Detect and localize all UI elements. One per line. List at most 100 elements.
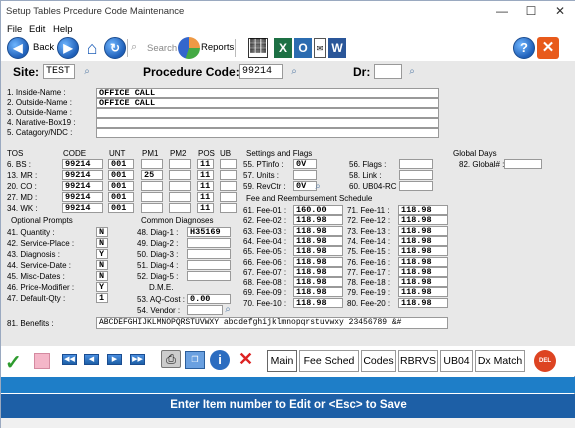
fee-input[interactable]: 118.98 xyxy=(398,297,448,308)
tos-pos-input[interactable]: 11 xyxy=(197,192,214,202)
tab-rbrvs[interactable]: RBRVS xyxy=(398,350,438,372)
tos-pos-input[interactable]: 11 xyxy=(197,203,214,213)
tab-codes[interactable]: Codes xyxy=(361,350,396,372)
tab-dx-match[interactable]: Dx Match xyxy=(475,350,525,372)
fee-input[interactable]: 118.98 xyxy=(398,256,448,267)
diagnosis-input[interactable]: H35169 xyxy=(187,227,231,237)
settings-units-input[interactable] xyxy=(293,170,317,180)
prompt-input[interactable]: N xyxy=(96,238,108,248)
site-search-icon[interactable]: ⌕ xyxy=(81,66,93,78)
tos-pm1-input[interactable]: 25 xyxy=(141,170,163,180)
fee-input[interactable]: 118.98 xyxy=(398,266,448,277)
tos-units-input[interactable]: 001 xyxy=(108,181,134,191)
fee-input[interactable]: 118.98 xyxy=(398,225,448,236)
previous-record-icon[interactable]: ◀ xyxy=(84,354,99,365)
diagnosis-input[interactable] xyxy=(187,238,231,248)
calculator-icon[interactable]: ▦▦▦ ▦▦▦ ▦▦▦ xyxy=(248,38,268,58)
fee-input[interactable]: 118.98 xyxy=(293,287,343,298)
tab-ub04[interactable]: UB04 xyxy=(440,350,473,372)
settings-link-input[interactable] xyxy=(399,170,433,180)
fee-input[interactable]: 118.98 xyxy=(398,287,448,298)
fee-input[interactable]: 118.98 xyxy=(398,215,448,226)
diagnosis-input[interactable] xyxy=(187,249,231,259)
minimize-button[interactable]: — xyxy=(487,1,517,21)
tos-units-input[interactable]: 001 xyxy=(108,192,134,202)
tab-main[interactable]: Main xyxy=(267,350,297,372)
forward-arrow-icon[interactable]: ▶ xyxy=(57,37,79,59)
fee-input[interactable]: 118.98 xyxy=(293,266,343,277)
tos-pm2-input[interactable] xyxy=(169,192,191,202)
tos-pos-input[interactable]: 11 xyxy=(197,181,214,191)
fee-input[interactable]: 160.00 xyxy=(293,205,343,215)
delete-icon[interactable]: ✕ xyxy=(238,349,253,370)
tos-code-input[interactable]: 99214 xyxy=(62,159,103,169)
fee-input[interactable]: 118.98 xyxy=(293,297,343,308)
prompt-input[interactable]: N xyxy=(96,227,108,237)
fee-input[interactable]: 118.98 xyxy=(293,235,343,246)
tos-ub-input[interactable] xyxy=(220,203,237,213)
settings-flags-input[interactable] xyxy=(399,159,433,169)
tos-ub-input[interactable] xyxy=(220,181,237,191)
excel-icon[interactable]: X xyxy=(274,38,292,58)
back-arrow-icon[interactable]: ◀ xyxy=(7,37,29,59)
search-button[interactable]: Search xyxy=(147,43,177,54)
search-icon[interactable]: ⌕ xyxy=(131,41,137,54)
menu-help[interactable]: Help xyxy=(53,24,73,35)
prompt-input[interactable]: N xyxy=(96,271,108,281)
fee-input[interactable]: 118.98 xyxy=(293,246,343,257)
diagnosis-input[interactable] xyxy=(187,271,231,281)
help-icon[interactable]: ? xyxy=(513,37,535,59)
reports-button[interactable]: Reports xyxy=(201,42,234,53)
tos-ub-input[interactable] xyxy=(220,159,237,169)
vendor-search-icon[interactable]: ⌕ xyxy=(222,304,234,316)
fee-input[interactable]: 118.98 xyxy=(293,256,343,267)
aq-cost-input[interactable]: 0.00 xyxy=(187,294,231,304)
fee-input[interactable]: 118.98 xyxy=(398,205,448,215)
tos-units-input[interactable]: 001 xyxy=(108,159,134,169)
print-icon[interactable]: ⎙ xyxy=(161,350,181,368)
checkmark-icon[interactable]: ✓ xyxy=(5,350,22,375)
name-field-input[interactable] xyxy=(96,128,439,138)
vendor-input[interactable] xyxy=(187,305,223,315)
tos-units-input[interactable]: 001 xyxy=(108,203,134,213)
name-field-input[interactable] xyxy=(96,118,439,128)
diagnosis-input[interactable] xyxy=(187,260,231,270)
info-icon[interactable]: i xyxy=(210,350,230,370)
tos-units-input[interactable]: 001 xyxy=(108,170,134,180)
tos-code-input[interactable]: 99214 xyxy=(62,170,103,180)
doctor-search-icon[interactable]: ⌕ xyxy=(406,66,418,78)
fee-input[interactable]: 118.98 xyxy=(293,215,343,226)
exit-icon[interactable]: ✕ xyxy=(537,37,559,59)
outlook-icon[interactable]: O xyxy=(294,38,312,58)
global-days-input[interactable] xyxy=(504,159,542,169)
delete-record-icon[interactable]: DEL xyxy=(534,350,556,372)
reports-pie-icon[interactable] xyxy=(178,37,200,59)
tos-pm1-input[interactable] xyxy=(141,203,163,213)
procedure-code-input[interactable]: 99214 xyxy=(239,64,283,79)
settings-ptinfo-input[interactable]: 0V xyxy=(293,159,317,169)
prompt-input[interactable]: N xyxy=(96,260,108,270)
menu-edit[interactable]: Edit xyxy=(29,24,45,35)
tos-pm2-input[interactable] xyxy=(169,159,191,169)
tos-pos-input[interactable]: 11 xyxy=(197,170,214,180)
fee-input[interactable]: 118.98 xyxy=(398,246,448,257)
settings-ub04rc-input[interactable] xyxy=(399,181,433,191)
tos-ub-input[interactable] xyxy=(220,170,237,180)
revctr-search-icon[interactable]: ⌕ xyxy=(312,181,324,193)
menu-file[interactable]: File xyxy=(7,24,22,35)
tos-pm2-input[interactable] xyxy=(169,181,191,191)
next-record-icon[interactable]: ▶ xyxy=(107,354,122,365)
eraser-icon[interactable] xyxy=(34,353,50,369)
fee-input[interactable]: 118.98 xyxy=(293,277,343,288)
name-field-input[interactable]: OFFICE CALL xyxy=(96,98,439,108)
tos-code-input[interactable]: 99214 xyxy=(62,192,103,202)
prompt-input[interactable]: Y xyxy=(96,282,108,292)
maximize-button[interactable]: ☐ xyxy=(516,1,546,21)
procedure-search-icon[interactable]: ⌕ xyxy=(288,66,300,78)
last-record-icon[interactable]: ▶▶ xyxy=(130,354,145,365)
copy-icon[interactable]: ❐ xyxy=(185,351,205,369)
tab-fee-sched[interactable]: Fee Sched xyxy=(299,350,359,372)
email-icon[interactable]: ✉ xyxy=(314,38,326,58)
tos-pm1-input[interactable] xyxy=(141,159,163,169)
tos-pm2-input[interactable] xyxy=(169,170,191,180)
